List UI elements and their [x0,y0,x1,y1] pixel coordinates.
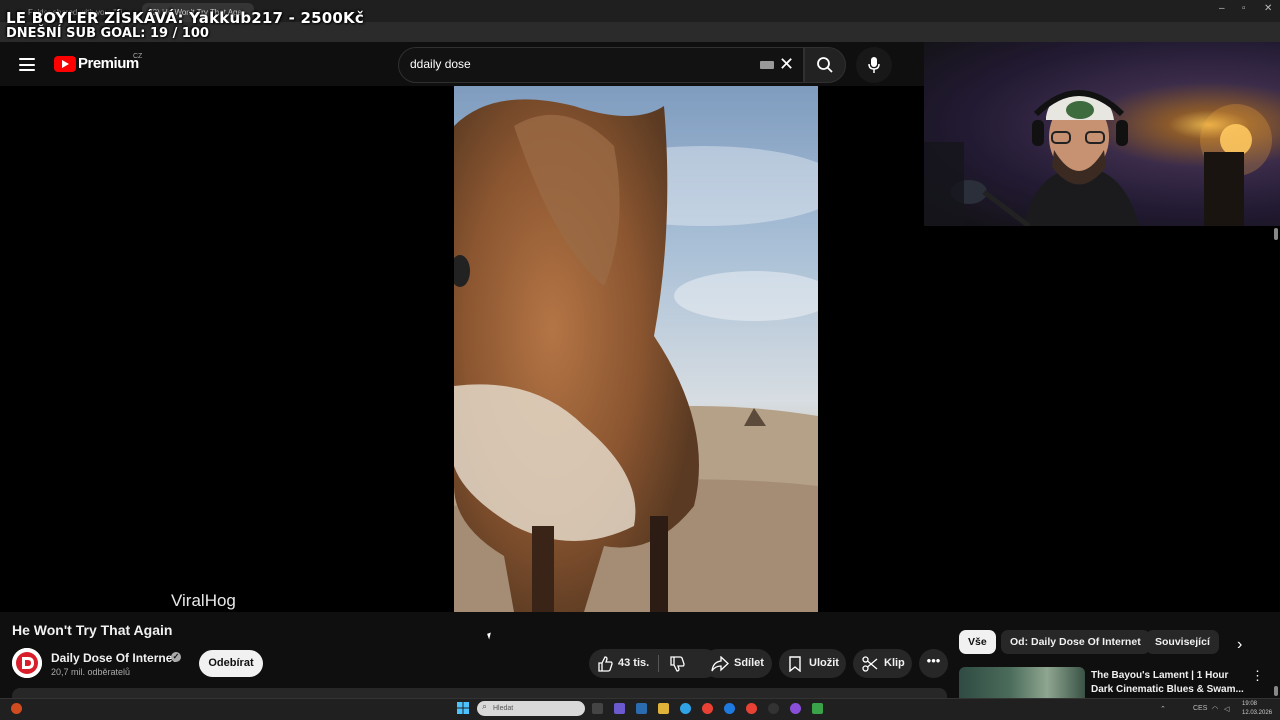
stream-sub-goal-overlay: DNEŠNÍ SUB GOAL: 19 / 100 [6,26,209,41]
country-code: CZ [133,53,143,60]
related-video-title[interactable]: The Bayou's Lament | 1 Hour Dark Cinemat… [1091,669,1246,697]
more-actions-button[interactable]: ••• [919,649,948,678]
clip-label: Klip [884,657,905,669]
like-divider [658,655,659,672]
task-view-icon[interactable] [592,703,603,714]
maximize-icon[interactable]: ▫ [1242,3,1246,14]
app-icon-blue[interactable] [724,703,735,714]
channel-avatar[interactable] [12,648,42,678]
youtube-premium-logo-text[interactable]: Premium [78,55,139,72]
scissors-icon [862,656,878,672]
chrome-icon[interactable] [702,703,713,714]
app-icon-dark[interactable] [768,703,779,714]
subscriber-count: 20,7 mil. odběratelů [51,667,131,677]
like-thumb-icon[interactable] [597,656,613,672]
like-count[interactable]: 43 tis. [618,649,649,678]
clear-search-icon[interactable]: ✕ [779,54,794,74]
voice-search-button[interactable] [856,47,892,83]
xbox-icon[interactable] [812,703,823,714]
video-frame-fox[interactable] [454,86,818,612]
microphone-icon [868,57,880,73]
edge-icon[interactable] [680,703,691,714]
dislike-thumb-icon[interactable] [669,656,685,672]
share-arrow-icon [711,656,729,672]
video-title: He Won't Try That Again [12,622,173,638]
scrollbar-thumb-bottom[interactable] [1274,686,1278,696]
search-input[interactable] [410,57,740,71]
screen: Folder shared with you: "Ti... (2) He Wo… [0,0,1280,720]
taskbar-search-input[interactable]: Hledat [477,701,585,716]
keyboard-icon[interactable] [760,61,774,69]
channel-name[interactable]: Daily Dose Of Internet [51,651,176,665]
save-button[interactable]: Uložit [779,649,846,678]
windows-start-icon[interactable] [457,702,469,714]
minimize-icon[interactable]: – [1219,3,1225,14]
share-button[interactable]: Sdílet [703,649,772,678]
search-button[interactable] [804,47,846,83]
subscribe-button[interactable]: Odebírat [199,650,263,677]
like-dislike-group: 43 tis. [589,649,719,678]
app-icon-purple[interactable] [790,703,801,714]
tray-time[interactable]: 19:08 [1242,701,1257,707]
related-video-menu-icon[interactable]: ⋮ [1251,668,1264,684]
streamer-webcam [924,42,1280,226]
close-window-icon[interactable]: ✕ [1264,3,1272,14]
chip-all[interactable]: Vše [959,630,996,654]
verified-check-icon: ✓ [171,652,181,662]
video-watermark: ViralHog [171,591,236,610]
chip-related[interactable]: Související [1146,630,1219,654]
fox-video-content [454,99,818,612]
tray-chevron-icon[interactable]: ⌃ [1160,705,1166,713]
tray-date[interactable]: 12.03.2026 [1242,710,1272,716]
save-bookmark-icon [789,656,801,672]
chevron-right-icon[interactable]: › [1237,636,1242,654]
scrollbar-thumb[interactable] [1274,228,1278,240]
stream-donation-overlay: LE BOYLER ZÍSKÁVÁ: Yakkub217 - 2500Kč [6,9,364,27]
webcam-scene [924,90,1272,226]
weather-widget-icon[interactable] [11,703,22,714]
volume-icon[interactable]: ◁ [1224,705,1229,713]
secondary-column-area [924,226,1280,612]
chrome-profile-icon[interactable] [746,703,757,714]
store-icon[interactable] [636,703,647,714]
wifi-icon[interactable]: ◠ [1212,705,1218,713]
widgets-icon[interactable] [614,703,625,714]
mouse-cursor [487,632,493,640]
search-icon [817,57,833,73]
chip-from-channel[interactable]: Od: Daily Dose Of Internet [1001,630,1150,654]
share-label: Sdílet [734,657,764,669]
hamburger-menu-icon[interactable] [19,58,35,71]
file-explorer-icon[interactable] [658,703,669,714]
clip-button[interactable]: Klip [853,649,912,678]
save-label: Uložit [809,657,839,669]
youtube-logo-icon[interactable] [54,56,76,72]
taskbar-search-icon: ⌕ [482,701,488,711]
related-video-thumbnail[interactable] [959,667,1085,700]
tray-language[interactable]: CES [1193,705,1207,712]
daily-dose-logo-icon [12,648,42,678]
description-box[interactable] [12,688,947,698]
